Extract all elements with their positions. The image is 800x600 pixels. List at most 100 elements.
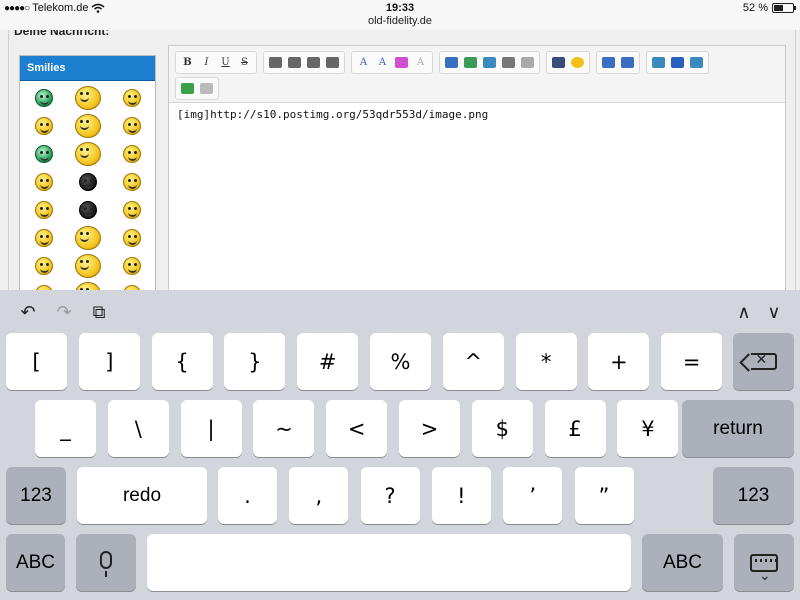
source-mode-icon[interactable] xyxy=(179,80,196,97)
smiley-icon[interactable] xyxy=(79,201,97,219)
align-justify-icon[interactable] xyxy=(324,54,341,71)
key-2-2[interactable]: | xyxy=(180,400,242,457)
message-textarea[interactable]: [img]http://s10.postimg.org/53qdr553d/im… xyxy=(169,103,785,126)
backspace-key[interactable]: ✕ xyxy=(733,333,794,390)
bullet-list-icon[interactable] xyxy=(600,54,617,71)
unlink-icon[interactable] xyxy=(519,54,536,71)
link-icon[interactable] xyxy=(500,54,517,71)
key-2-7[interactable]: £ xyxy=(544,400,606,457)
key-2-8[interactable]: ¥ xyxy=(617,400,679,457)
smiley-icon[interactable] xyxy=(35,229,53,247)
smiley-icon[interactable] xyxy=(123,257,141,275)
bold-button[interactable]: B xyxy=(179,54,196,71)
key-1-4[interactable]: # xyxy=(297,333,359,390)
toolbar-group xyxy=(175,76,219,100)
key-3-2[interactable]: ? xyxy=(360,467,420,524)
return-key[interactable]: return xyxy=(682,400,794,457)
smiley-icon[interactable] xyxy=(35,257,53,275)
align-right-icon[interactable] xyxy=(305,54,322,71)
document-icon[interactable] xyxy=(198,80,215,97)
smiley-icon[interactable] xyxy=(35,89,53,107)
remove-format-icon[interactable]: A xyxy=(412,54,429,71)
smiley-icon[interactable] xyxy=(75,114,101,138)
horizontal-rule-icon[interactable] xyxy=(443,54,460,71)
key-1-7[interactable]: * xyxy=(515,333,577,390)
smiley-icon[interactable] xyxy=(123,117,141,135)
align-center-icon[interactable] xyxy=(286,54,303,71)
image-icon[interactable] xyxy=(462,54,479,71)
quote-icon[interactable] xyxy=(650,54,667,71)
key-1-2[interactable]: { xyxy=(151,333,213,390)
paste-icon[interactable]: ⧉ xyxy=(87,302,111,322)
key-3-3[interactable]: ! xyxy=(431,467,491,524)
abc-key-left[interactable]: ABC xyxy=(6,534,65,591)
chevron-up-icon[interactable]: ∧ xyxy=(732,302,756,322)
emoticon-icon[interactable] xyxy=(569,54,586,71)
key-1-8[interactable]: + xyxy=(588,333,650,390)
chevron-down-icon[interactable]: ∨ xyxy=(762,302,786,322)
toolbar-group: BIUS xyxy=(175,50,257,74)
key-1-3[interactable]: } xyxy=(224,333,286,390)
color-grid-icon[interactable] xyxy=(393,54,410,71)
keyboard-dismiss-icon xyxy=(750,553,778,584)
smiley-icon[interactable] xyxy=(75,254,101,278)
key-3-4[interactable]: ’ xyxy=(503,467,563,524)
underline-button[interactable]: U xyxy=(217,54,234,71)
dictation-key[interactable] xyxy=(76,534,136,591)
toolbar-group xyxy=(439,50,540,74)
smiley-icon[interactable] xyxy=(75,142,101,166)
numbers-key-left[interactable]: 123 xyxy=(6,467,66,524)
key-2-1[interactable]: \ xyxy=(107,400,169,457)
smiley-icon[interactable] xyxy=(35,201,53,219)
key-1-5[interactable]: % xyxy=(370,333,431,390)
smiley-icon[interactable] xyxy=(75,226,101,250)
status-bar: ●●●●○ Telekom.de 19:33 old-fidelity.de 5… xyxy=(0,0,800,30)
align-left-icon[interactable] xyxy=(267,54,284,71)
key-3-5[interactable]: ” xyxy=(574,467,634,524)
italic-button[interactable]: I xyxy=(198,54,215,71)
microphone-icon xyxy=(100,550,112,577)
smiley-icon[interactable] xyxy=(35,117,53,135)
key-2-5[interactable]: > xyxy=(399,400,460,457)
space-key[interactable] xyxy=(147,534,631,591)
video-icon[interactable] xyxy=(550,54,567,71)
code-icon[interactable] xyxy=(669,54,686,71)
redo-icon[interactable]: ↷ xyxy=(52,302,76,322)
undo-icon[interactable]: ↶ xyxy=(16,302,40,322)
redo-key[interactable]: redo xyxy=(77,467,207,524)
key-1-1[interactable]: ] xyxy=(78,333,140,390)
key-2-0[interactable]: _ xyxy=(35,400,96,457)
smiley-icon[interactable] xyxy=(123,89,141,107)
key-2-3[interactable]: ~ xyxy=(253,400,315,457)
numbered-list-icon[interactable] xyxy=(619,54,636,71)
battery-icon xyxy=(772,3,796,13)
font-size-icon[interactable]: A xyxy=(374,54,391,71)
smiley-icon[interactable] xyxy=(35,145,53,163)
smiley-icon[interactable] xyxy=(123,173,141,191)
key-2-4[interactable]: < xyxy=(326,400,388,457)
smiley-icon[interactable] xyxy=(123,201,141,219)
email-icon[interactable] xyxy=(481,54,498,71)
font-icon[interactable]: A xyxy=(355,54,372,71)
keyboard-shortcut-bar: ↶ ↷ ⧉ ∧ ∨ xyxy=(0,290,800,328)
key-1-0[interactable]: [ xyxy=(6,333,67,390)
dismiss-keyboard-key[interactable] xyxy=(734,534,794,591)
strikethrough-button[interactable]: S xyxy=(236,54,253,71)
smiley-icon[interactable] xyxy=(79,173,97,191)
smiley-icon[interactable] xyxy=(123,229,141,247)
numbers-key-right[interactable]: 123 xyxy=(713,467,794,524)
smiley-icon[interactable] xyxy=(75,86,101,110)
key-3-1[interactable]: , xyxy=(289,467,349,524)
key-1-6[interactable]: ^ xyxy=(442,333,504,390)
smiley-icon[interactable] xyxy=(123,145,141,163)
key-2-6[interactable]: $ xyxy=(471,400,533,457)
key-3-0[interactable]: . xyxy=(218,467,277,524)
toolbar-group xyxy=(546,50,590,74)
toolbar-group xyxy=(263,50,345,74)
abc-key-right[interactable]: ABC xyxy=(642,534,723,591)
key-1-9[interactable]: = xyxy=(661,333,723,390)
smiley-icon[interactable] xyxy=(35,173,53,191)
smiley-icon[interactable] xyxy=(75,282,101,290)
address-bar-url[interactable]: old-fidelity.de xyxy=(0,15,800,27)
speech-bubble-icon[interactable] xyxy=(688,54,705,71)
